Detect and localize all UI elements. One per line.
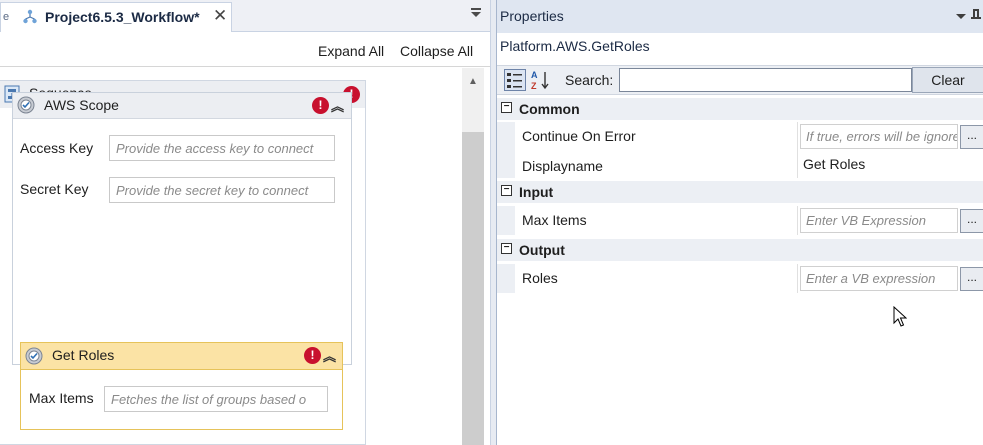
category-common: − Common (497, 98, 983, 120)
collapse-icon[interactable]: ︽ (323, 346, 336, 365)
svg-text:Z: Z (531, 81, 537, 91)
column-divider (797, 206, 798, 235)
designer-vertical-scrollbar[interactable]: ▲ (462, 68, 484, 445)
aws-scope-activity[interactable]: AWS Scope ! ︽ Access Key Provide the acc… (12, 92, 352, 365)
tab-title: Project6.5.3_Workflow* (45, 9, 200, 25)
close-icon[interactable]: ✕ (213, 6, 227, 26)
collapse-all-link[interactable]: Collapse All (400, 43, 473, 59)
column-divider (797, 264, 798, 293)
categorized-view-icon[interactable] (504, 69, 526, 91)
row-gutter (497, 151, 515, 178)
svg-text:A: A (531, 70, 538, 80)
category-label: Output (519, 242, 565, 258)
property-row-displayname: Displayname Get Roles (497, 151, 983, 178)
property-name: Displayname (522, 158, 603, 174)
document-tab-strip: e Project6.5.3_Workflow* ✕ (0, 0, 490, 32)
secret-key-input[interactable]: Provide the secret key to connect (109, 177, 335, 203)
collapse-category-icon[interactable]: − (501, 102, 512, 113)
get-roles-activity[interactable]: Get Roles ! ︽ Max Items Fetches the list… (20, 342, 343, 430)
tab-lead-text: e (3, 11, 10, 23)
clear-button[interactable]: Clear (912, 67, 983, 93)
error-icon: ! (304, 347, 321, 364)
get-roles-header[interactable]: Get Roles ! ︽ (21, 343, 342, 370)
selected-activity-name: Platform.AWS.GetRoles (500, 38, 650, 54)
search-input[interactable] (619, 68, 912, 92)
collapse-icon[interactable]: ︽ (331, 96, 344, 115)
properties-toolbar: A Z Search: Clear (497, 65, 983, 95)
category-input: − Input (497, 181, 983, 203)
row-gutter (497, 122, 515, 151)
panel-menu-icon[interactable] (956, 14, 966, 19)
max-items-input[interactable]: Fetches the list of groups based o (104, 386, 328, 412)
expression-editor-button[interactable]: ... (960, 267, 983, 291)
properties-title: Properties (500, 8, 564, 24)
max-items-label: Max Items (29, 390, 94, 406)
displayname-input[interactable]: Get Roles (800, 153, 958, 178)
property-grid: − Common Continue On Error If true, erro… (497, 98, 983, 296)
get-roles-label: Get Roles (52, 347, 115, 363)
properties-title-bar: Properties (497, 0, 983, 33)
aws-scope-label: AWS Scope (44, 97, 119, 113)
error-icon: ! (312, 97, 329, 114)
collapse-category-icon[interactable]: − (501, 185, 512, 196)
tab-menu-icon[interactable] (471, 8, 483, 22)
column-divider (797, 122, 798, 151)
access-key-input[interactable]: Provide the access key to connect (109, 135, 335, 161)
collapse-category-icon[interactable]: − (501, 243, 512, 254)
row-gutter (497, 264, 515, 293)
alphabetical-sort-icon[interactable]: A Z (530, 69, 552, 91)
property-row-max-items: Max Items Enter VB Expression ... (497, 206, 983, 235)
access-key-label: Access Key (20, 140, 94, 156)
search-label: Search: (565, 72, 614, 88)
workflow-designer-panel: e Project6.5.3_Workflow* ✕ Expand All Co… (0, 0, 490, 445)
workflow-icon (23, 9, 37, 24)
category-output: − Output (497, 239, 983, 261)
property-name: Max Items (522, 212, 587, 228)
category-label: Common (519, 101, 580, 117)
gear-icon (25, 347, 43, 365)
property-name: Continue On Error (522, 128, 636, 144)
mouse-cursor-icon (893, 306, 907, 327)
row-gutter (497, 206, 515, 235)
expand-all-link[interactable]: Expand All (318, 43, 384, 59)
secret-key-label: Secret Key (20, 181, 89, 197)
scroll-up-icon[interactable]: ▲ (468, 76, 478, 87)
expression-editor-button[interactable]: ... (960, 125, 983, 149)
column-divider (797, 151, 798, 178)
roles-property-input[interactable]: Enter a VB expression (800, 266, 958, 291)
continue-on-error-input[interactable]: If true, errors will be ignored (800, 124, 958, 149)
expand-collapse-bar: Expand All Collapse All (0, 33, 490, 67)
aws-scope-header[interactable]: AWS Scope ! ︽ (13, 93, 351, 119)
gear-icon (17, 96, 35, 114)
tab-project-workflow[interactable]: e Project6.5.3_Workflow* ✕ (0, 2, 232, 32)
properties-panel: Properties Platform.AWS.GetRoles A Z Sea… (496, 0, 983, 445)
expression-editor-button[interactable]: ... (960, 209, 983, 233)
property-row-continue-on-error: Continue On Error If true, errors will b… (497, 122, 983, 151)
category-label: Input (519, 184, 554, 200)
scrollbar-thumb[interactable] (462, 132, 484, 445)
property-row-roles: Roles Enter a VB expression ... (497, 264, 983, 293)
max-items-property-input[interactable]: Enter VB Expression (800, 208, 958, 233)
pin-icon[interactable] (971, 9, 981, 23)
property-name: Roles (522, 270, 558, 286)
